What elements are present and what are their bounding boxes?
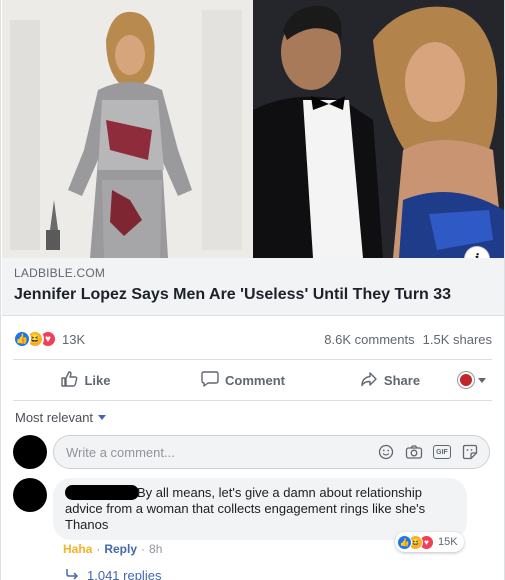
chevron-down-icon (98, 415, 107, 420)
gif-icon[interactable]: GIF (433, 445, 451, 459)
comment-sort-label: Most relevant (15, 410, 94, 425)
commenter-avatar[interactable] (13, 478, 47, 512)
comment-count[interactable]: 8.6K comments (324, 332, 414, 347)
reaction-icons[interactable]: 👍 😆 ♥ 13K (13, 330, 85, 348)
comment-input[interactable] (66, 444, 377, 460)
comment-reaction-count: 15K (438, 536, 458, 548)
link-caption[interactable]: LADBIBLE.COM Jennifer Lopez Says Men Are… (2, 258, 504, 316)
facebook-post: i LADBIBLE.COM Jennifer Lopez Says Men A… (0, 0, 505, 580)
sticker-icon[interactable] (461, 443, 479, 461)
chevron-down-icon (478, 377, 486, 383)
avatar[interactable] (13, 435, 47, 469)
action-bar: Like Comment Share (13, 361, 492, 399)
divider (13, 359, 492, 360)
thumbs-up-icon (60, 370, 78, 391)
comment-haha-link[interactable]: Haha (63, 542, 92, 556)
divider (13, 400, 492, 401)
like-label: Like (84, 372, 111, 388)
comment-bubble: By all means, let's give a damn about re… (53, 478, 467, 540)
like-button[interactable]: Like (13, 364, 158, 396)
comment-meta: Haha · Reply · 8h (63, 542, 162, 556)
profile-avatar-icon (458, 372, 474, 388)
reaction-summary: 👍 😆 ♥ 13K 8.6K comments 1.5K shares (13, 328, 492, 350)
comment-bubble-icon (201, 370, 219, 391)
like-reaction-icon: 👍 (397, 534, 412, 550)
reply-arrow-icon (65, 568, 79, 580)
post-stats: 8.6K comments 1.5K shares (324, 332, 492, 347)
comment-reactions[interactable]: 👍 😆 ♥ 15K (395, 532, 464, 552)
meta-separator: · (96, 542, 101, 556)
share-button[interactable]: Share (328, 364, 452, 396)
photo-red-carpet (2, 0, 253, 258)
comment-reply-link[interactable]: Reply (104, 542, 137, 556)
composer-icons: GIF (377, 443, 479, 461)
reaction-count[interactable]: 13K (62, 332, 85, 347)
comment-button[interactable]: Comment (158, 364, 328, 396)
comment-sort-dropdown[interactable]: Most relevant (15, 410, 107, 425)
view-replies-link[interactable]: 1,041 replies (65, 568, 161, 580)
emoji-icon[interactable] (377, 443, 395, 461)
share-label: Share (383, 372, 421, 388)
comment-timestamp[interactable]: 8h (149, 542, 162, 556)
reaction-profile-selector[interactable] (452, 364, 492, 396)
like-reaction-icon: 👍 (13, 330, 31, 348)
link-headline[interactable]: Jennifer Lopez Says Men Are 'Useless' Un… (14, 286, 492, 304)
replies-label: 1,041 replies (87, 568, 162, 580)
link-preview-image[interactable] (2, 0, 504, 258)
link-domain: LADBIBLE.COM (14, 266, 106, 280)
share-arrow-icon (360, 370, 378, 391)
share-count[interactable]: 1.5K shares (423, 332, 492, 347)
meta-separator: · (141, 542, 146, 556)
camera-icon[interactable] (405, 443, 423, 461)
comment-composer[interactable]: GIF (53, 435, 490, 469)
comment-label: Comment (225, 372, 285, 388)
redacted-commenter-name (65, 485, 139, 500)
photo-couple (253, 0, 504, 258)
